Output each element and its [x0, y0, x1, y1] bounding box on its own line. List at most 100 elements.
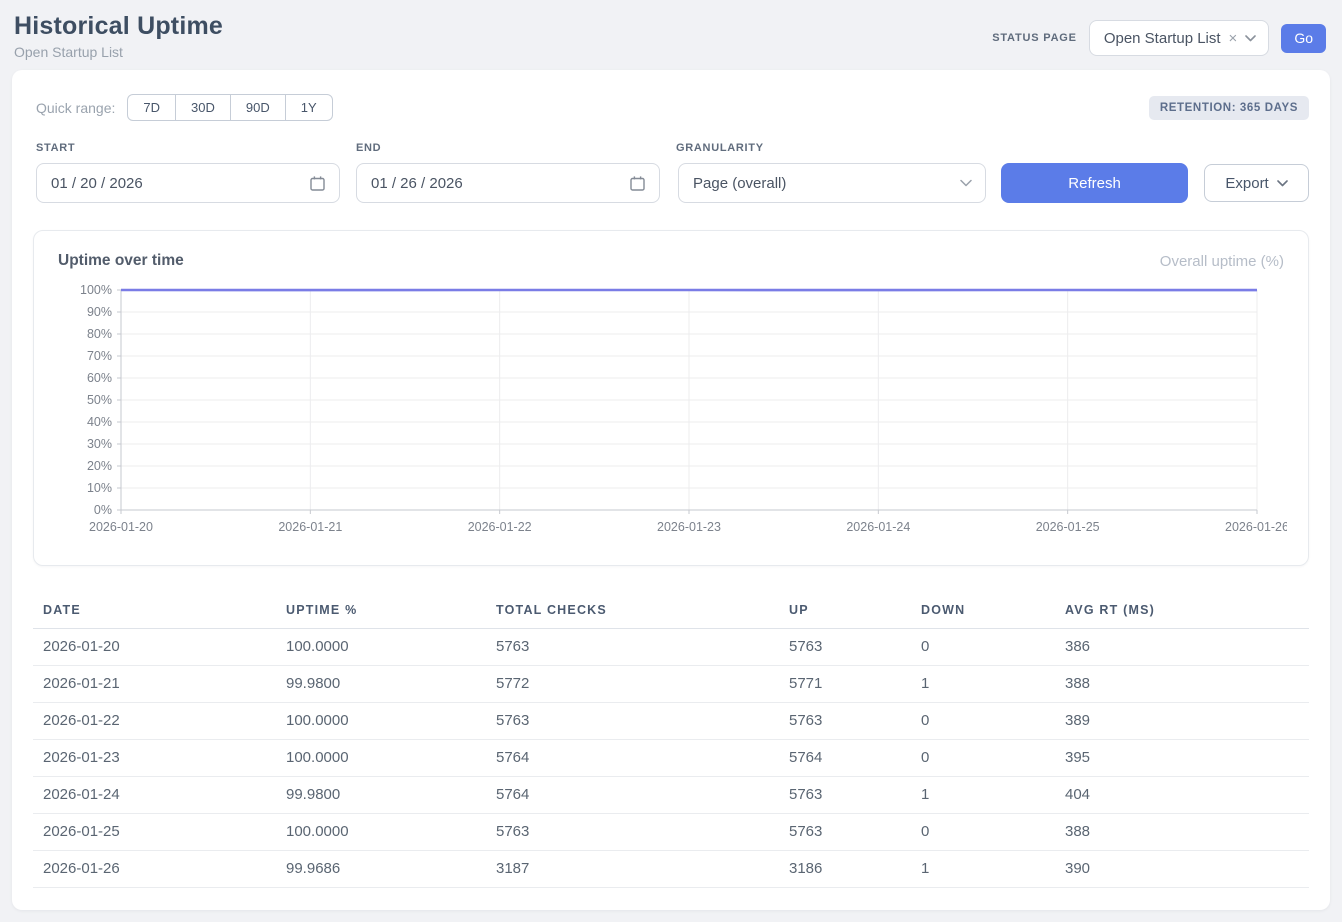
- page-subtitle: Open Startup List: [14, 44, 223, 60]
- column-header-down: DOWN: [911, 595, 1055, 629]
- quick-range-group: Quick range: 7D30D90D1Y: [33, 94, 333, 121]
- quick-range-row: Quick range: 7D30D90D1Y RETENTION: 365 D…: [33, 94, 1309, 121]
- cell-uptime-pct: 99.9800: [276, 777, 486, 814]
- cell-total-checks: 3187: [486, 851, 779, 888]
- table-row: 2026-01-2499.9800576457631404: [33, 777, 1309, 814]
- cell-avg-rt-ms: 388: [1055, 814, 1309, 851]
- table-row: 2026-01-2699.9686318731861390: [33, 851, 1309, 888]
- svg-text:20%: 20%: [87, 459, 112, 473]
- svg-text:2026-01-21: 2026-01-21: [278, 520, 342, 534]
- uptime-chart: 0%10%20%30%40%50%60%70%80%90%100%2026-01…: [55, 280, 1287, 551]
- granularity-label: GRANULARITY: [676, 142, 986, 154]
- cell-up: 5764: [779, 740, 911, 777]
- chevron-down-icon: [1277, 180, 1288, 187]
- cell-date: 2026-01-26: [33, 851, 276, 888]
- table-body: 2026-01-20100.00005763576303862026-01-21…: [33, 629, 1309, 888]
- end-date-input[interactable]: 01 / 26 / 2026: [356, 163, 660, 203]
- cell-down: 0: [911, 740, 1055, 777]
- svg-text:10%: 10%: [87, 481, 112, 495]
- cell-date: 2026-01-20: [33, 629, 276, 666]
- svg-text:70%: 70%: [87, 349, 112, 363]
- refresh-button[interactable]: Refresh: [1001, 163, 1188, 203]
- svg-text:2026-01-22: 2026-01-22: [468, 520, 532, 534]
- title-block: Historical Uptime Open Startup List: [14, 12, 223, 60]
- cell-up: 5763: [779, 814, 911, 851]
- daily-uptime-table: DATEUPTIME %TOTAL CHECKSUPDOWNAVG RT (MS…: [33, 595, 1309, 888]
- table-row: 2026-01-20100.0000576357630386: [33, 629, 1309, 666]
- table-header-row: DATEUPTIME %TOTAL CHECKSUPDOWNAVG RT (MS…: [33, 595, 1309, 629]
- svg-text:100%: 100%: [80, 283, 112, 297]
- svg-text:2026-01-26: 2026-01-26: [1225, 520, 1287, 534]
- cell-up: 5763: [779, 703, 911, 740]
- column-header-total-checks: TOTAL CHECKS: [486, 595, 779, 629]
- cell-down: 0: [911, 814, 1055, 851]
- start-date-input[interactable]: 01 / 20 / 2026: [36, 163, 340, 203]
- calendar-icon[interactable]: [309, 175, 326, 192]
- export-label: Export: [1225, 175, 1268, 192]
- quick-range-90d[interactable]: 90D: [230, 94, 286, 121]
- cell-date: 2026-01-24: [33, 777, 276, 814]
- column-header-date: DATE: [33, 595, 276, 629]
- svg-text:80%: 80%: [87, 327, 112, 341]
- end-date-value: 01 / 26 / 2026: [371, 175, 463, 192]
- daily-uptime-table-section: DATEUPTIME %TOTAL CHECKSUPDOWNAVG RT (MS…: [33, 595, 1309, 888]
- cell-down: 0: [911, 629, 1055, 666]
- end-label: END: [356, 142, 660, 154]
- cell-up: 5771: [779, 666, 911, 703]
- go-button[interactable]: Go: [1281, 24, 1326, 53]
- retention-badge: RETENTION: 365 DAYS: [1149, 96, 1309, 120]
- svg-text:50%: 50%: [87, 393, 112, 407]
- quick-range-label: Quick range:: [36, 100, 115, 116]
- column-header-avg-rt-ms: AVG RT (MS): [1055, 595, 1309, 629]
- clear-selection-icon[interactable]: ×: [1229, 31, 1238, 46]
- page-title: Historical Uptime: [14, 12, 223, 41]
- calendar-icon[interactable]: [629, 175, 646, 192]
- cell-total-checks: 5763: [486, 814, 779, 851]
- cell-date: 2026-01-21: [33, 666, 276, 703]
- cell-down: 0: [911, 703, 1055, 740]
- cell-total-checks: 5763: [486, 629, 779, 666]
- cell-uptime-pct: 100.0000: [276, 740, 486, 777]
- svg-text:2026-01-25: 2026-01-25: [1036, 520, 1100, 534]
- granularity-select[interactable]: Page (overall): [678, 163, 986, 203]
- cell-uptime-pct: 100.0000: [276, 703, 486, 740]
- column-header-uptime-pct: UPTIME %: [276, 595, 486, 629]
- cell-uptime-pct: 99.9800: [276, 666, 486, 703]
- svg-text:2026-01-20: 2026-01-20: [89, 520, 153, 534]
- table-row: 2026-01-23100.0000576457640395: [33, 740, 1309, 777]
- table-row: 2026-01-2199.9800577257711388: [33, 666, 1309, 703]
- svg-text:60%: 60%: [87, 371, 112, 385]
- quick-range-1y[interactable]: 1Y: [285, 94, 333, 121]
- status-page-controls: STATUS PAGE Open Startup List × Go: [992, 20, 1326, 56]
- start-date-value: 01 / 20 / 2026: [51, 175, 143, 192]
- cell-total-checks: 5772: [486, 666, 779, 703]
- export-button[interactable]: Export: [1204, 164, 1309, 202]
- column-header-up: UP: [779, 595, 911, 629]
- chart-title: Uptime over time: [58, 252, 184, 270]
- quick-range-7d[interactable]: 7D: [127, 94, 176, 121]
- cell-avg-rt-ms: 390: [1055, 851, 1309, 888]
- svg-text:30%: 30%: [87, 437, 112, 451]
- cell-up: 5763: [779, 777, 911, 814]
- svg-text:40%: 40%: [87, 415, 112, 429]
- cell-avg-rt-ms: 395: [1055, 740, 1309, 777]
- start-date-group: START 01 / 20 / 2026: [36, 142, 340, 203]
- page-header: Historical Uptime Open Startup List STAT…: [0, 0, 1342, 70]
- cell-date: 2026-01-22: [33, 703, 276, 740]
- cell-up: 5763: [779, 629, 911, 666]
- granularity-value: Page (overall): [693, 175, 786, 192]
- cell-down: 1: [911, 777, 1055, 814]
- main-panel: Quick range: 7D30D90D1Y RETENTION: 365 D…: [12, 70, 1330, 910]
- cell-up: 3186: [779, 851, 911, 888]
- cell-uptime-pct: 100.0000: [276, 629, 486, 666]
- start-label: START: [36, 142, 340, 154]
- cell-avg-rt-ms: 386: [1055, 629, 1309, 666]
- cell-uptime-pct: 100.0000: [276, 814, 486, 851]
- status-page-select[interactable]: Open Startup List ×: [1089, 20, 1270, 56]
- cell-avg-rt-ms: 404: [1055, 777, 1309, 814]
- cell-avg-rt-ms: 388: [1055, 666, 1309, 703]
- svg-text:2026-01-23: 2026-01-23: [657, 520, 721, 534]
- granularity-group: GRANULARITY Page (overall): [676, 142, 986, 203]
- cell-down: 1: [911, 851, 1055, 888]
- quick-range-30d[interactable]: 30D: [175, 94, 231, 121]
